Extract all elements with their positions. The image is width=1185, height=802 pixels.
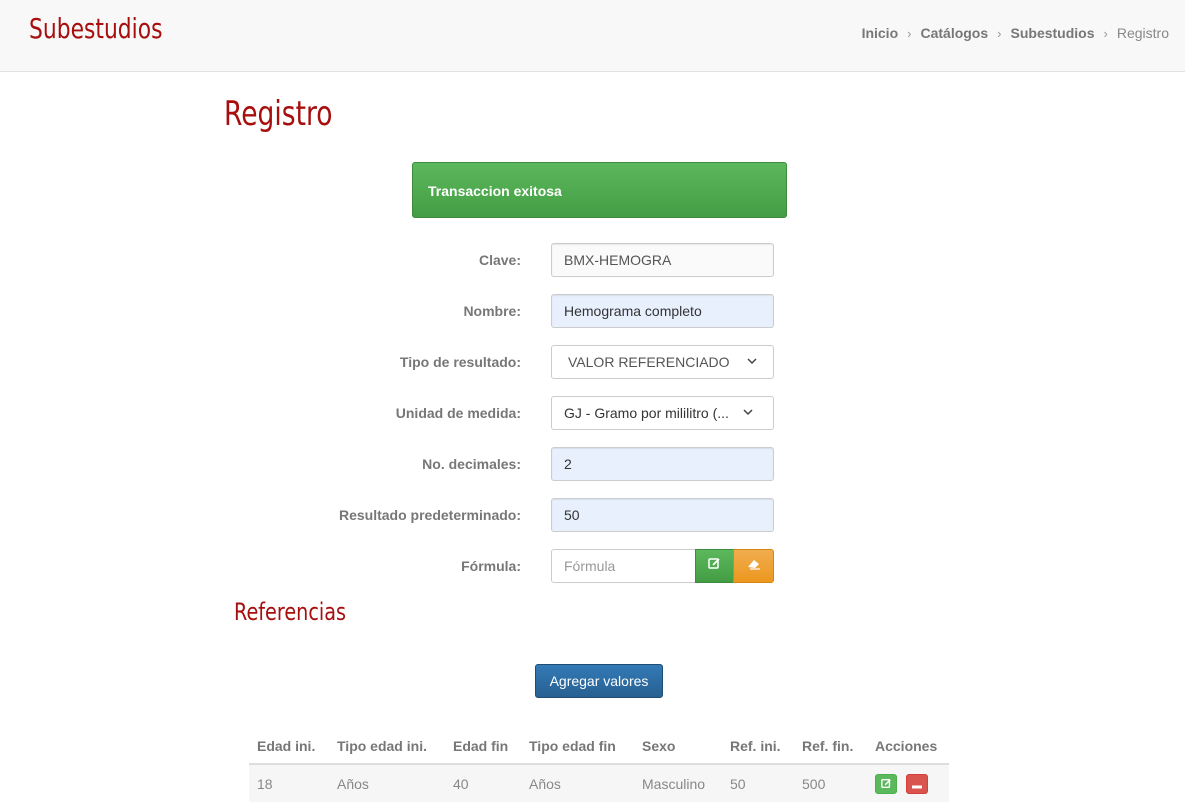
- tipo-resultado-value: VALOR REFERENCIADO: [568, 354, 730, 370]
- breadcrumb-catalogos[interactable]: Catálogos: [920, 25, 988, 41]
- tipo-resultado-label: Tipo de resultado:: [399, 354, 521, 370]
- chevron-right-icon: ›: [997, 25, 1002, 41]
- cell-ref-fin: 500: [794, 763, 867, 802]
- unidad-medida-label: Unidad de medida:: [395, 405, 521, 421]
- chevron-right-icon: ›: [907, 25, 912, 41]
- decimales-input[interactable]: 2: [551, 447, 774, 481]
- col-sexo: Sexo: [634, 728, 722, 765]
- delete-row-button[interactable]: [906, 773, 928, 794]
- cell-acciones: [867, 763, 949, 802]
- formula-label: Fórmula:: [461, 558, 521, 574]
- formula-row: Fórmula: Fórmula: [0, 549, 1185, 583]
- breadcrumb-inicio[interactable]: Inicio: [862, 25, 899, 41]
- cell-tipo-edad-ini: Años: [329, 763, 445, 802]
- col-tipo-edad-fin: Tipo edad fin: [521, 728, 634, 765]
- col-tipo-edad-ini: Tipo edad ini.: [329, 728, 445, 765]
- unidad-medida-row: Unidad de medida: GJ - Gramo por mililit…: [0, 396, 1185, 430]
- formula-input[interactable]: Fórmula: [551, 549, 696, 583]
- breadcrumb-subestudios[interactable]: Subestudios: [1011, 25, 1095, 41]
- chevron-down-icon: [747, 356, 757, 368]
- edit-icon: [708, 557, 721, 575]
- resultado-predeterminado-input[interactable]: 50: [551, 498, 774, 532]
- cell-edad-fin: 40: [445, 763, 521, 802]
- col-ref-ini: Ref. ini.: [722, 728, 794, 765]
- col-acciones: Acciones: [867, 728, 949, 765]
- decimales-row: No. decimales: 2: [0, 447, 1185, 481]
- nombre-label: Nombre:: [463, 303, 521, 319]
- chevron-right-icon: ›: [1103, 25, 1108, 41]
- clave-label: Clave:: [478, 252, 521, 268]
- decimales-label: No. decimales:: [422, 456, 521, 472]
- tipo-resultado-select[interactable]: VALOR REFERENCIADO: [551, 345, 774, 379]
- table-header-row: Edad ini. Tipo edad ini. Edad fin Tipo e…: [249, 728, 949, 765]
- cell-ref-ini: 50: [722, 763, 794, 802]
- nombre-row: Nombre: Hemograma completo: [0, 294, 1185, 328]
- clave-row: Clave: BMX-HEMOGRA: [0, 243, 1185, 277]
- cell-tipo-edad-fin: Años: [521, 763, 634, 802]
- col-edad-fin: Edad fin: [445, 728, 521, 765]
- breadcrumb-registro: Registro: [1116, 25, 1169, 41]
- unidad-medida-value: GJ - Gramo por mililitro (...: [564, 405, 729, 421]
- referencias-title: Referencias: [234, 598, 346, 626]
- edit-row-button[interactable]: [875, 773, 897, 794]
- success-alert: Transaccion exitosa: [412, 162, 787, 218]
- clave-input[interactable]: BMX-HEMOGRA: [551, 243, 774, 277]
- minus-icon: [912, 776, 922, 792]
- edit-formula-button[interactable]: [695, 549, 734, 583]
- nombre-input[interactable]: Hemograma completo: [551, 294, 774, 328]
- col-ref-fin: Ref. fin.: [794, 728, 867, 765]
- app-title: Subestudios: [29, 12, 163, 45]
- cell-sexo: Masculino: [634, 763, 722, 802]
- page-title: Registro: [224, 94, 333, 134]
- add-values-button[interactable]: Agregar valores: [535, 664, 663, 698]
- unidad-medida-select[interactable]: GJ - Gramo por mililitro (...: [551, 396, 774, 430]
- top-navbar: Subestudios Inicio › Catálogos › Subestu…: [0, 0, 1185, 72]
- col-edad-ini: Edad ini.: [249, 728, 329, 765]
- breadcrumb: Inicio › Catálogos › Subestudios › Regis…: [862, 25, 1169, 41]
- eraser-icon: [747, 557, 761, 575]
- resultado-predeterminado-label: Resultado predeterminado:: [338, 507, 521, 523]
- tipo-resultado-row: Tipo de resultado: VALOR REFERENCIADO: [0, 345, 1185, 379]
- edit-icon: [880, 776, 892, 792]
- clear-formula-button[interactable]: [733, 549, 774, 583]
- referencias-table: Edad ini. Tipo edad ini. Edad fin Tipo e…: [249, 728, 949, 802]
- resultado-predeterminado-row: Resultado predeterminado: 50: [0, 498, 1185, 532]
- chevron-down-icon: [743, 407, 753, 419]
- cell-edad-ini: 18: [249, 763, 329, 802]
- table-row: 18 Años 40 Años Masculino 50 500: [249, 763, 949, 802]
